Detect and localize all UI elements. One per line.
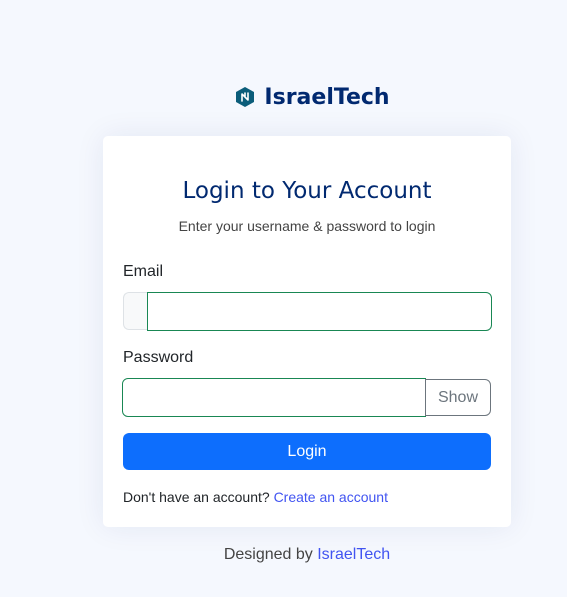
password-field[interactable] bbox=[122, 378, 426, 417]
email-field[interactable] bbox=[147, 292, 492, 331]
show-password-button[interactable]: Show bbox=[425, 379, 491, 416]
brand-header[interactable]: IsraelTech bbox=[0, 84, 567, 110]
credits-prefix: Designed by bbox=[223, 546, 318, 563]
page-subtitle: Enter your username & password to login bbox=[178, 218, 436, 234]
login-button[interactable]: Login bbox=[123, 433, 491, 470]
password-label: Password bbox=[123, 349, 194, 366]
login-card: Login to Your Account Enter your usernam… bbox=[103, 136, 511, 527]
brand-name: IsraelTech bbox=[264, 84, 390, 110]
signup-row: Don't have an account? Create an account bbox=[123, 489, 388, 505]
page-title: Login to Your Account bbox=[182, 178, 432, 204]
email-input-addon bbox=[123, 292, 149, 330]
hexagon-logo-icon bbox=[232, 84, 258, 110]
credits-link[interactable]: IsraelTech bbox=[317, 546, 390, 563]
create-account-link[interactable]: Create an account bbox=[274, 489, 388, 505]
email-label: Email bbox=[123, 263, 164, 280]
signup-prompt: Don't have an account? bbox=[123, 489, 274, 505]
credits: Designed by IsraelTech bbox=[0, 546, 567, 564]
